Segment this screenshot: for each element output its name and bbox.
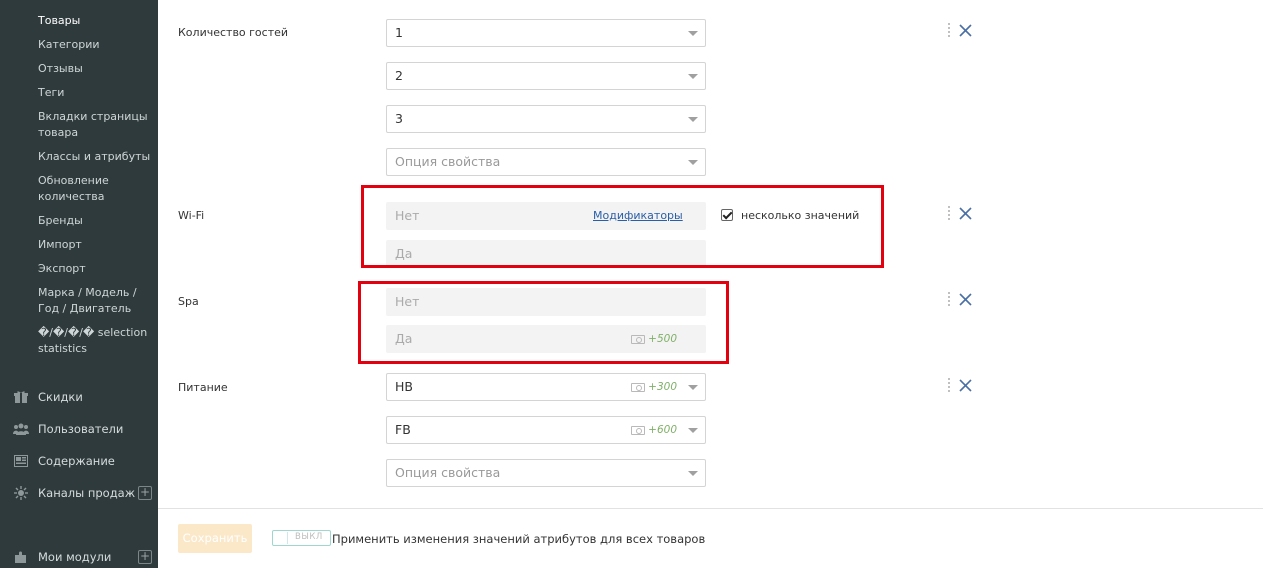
guests-attribute-label: Количество гостей	[178, 26, 289, 39]
sidebar-item-label: Содержание	[38, 454, 115, 468]
food-value-select[interactable]: HB +300	[386, 373, 706, 401]
guests-value-select[interactable]: 2	[386, 62, 706, 90]
sidebar-item-label: Каналы продаж	[38, 486, 136, 500]
wifi-attribute-label: Wi-Fi	[178, 209, 205, 222]
sidebar-item-discounts[interactable]: Скидки	[12, 388, 152, 406]
sidebar-item-categories[interactable]: Категории	[38, 37, 153, 53]
remove-wifi-attribute-button[interactable]	[948, 206, 972, 222]
chevron-down-icon	[688, 428, 698, 433]
select-placeholder: Опция свойства	[395, 465, 501, 480]
remove-spa-attribute-button[interactable]	[948, 292, 972, 308]
guests-value-select[interactable]: 3	[386, 105, 706, 133]
sidebar-item-users[interactable]: Пользователи	[12, 420, 152, 438]
chevron-down-icon	[688, 471, 698, 476]
add-sales-channel-button[interactable]: +	[138, 486, 152, 500]
select-value: 1	[395, 25, 403, 40]
price-value: +600	[648, 424, 677, 436]
sidebar-item-import[interactable]: Импорт	[38, 237, 153, 253]
food-value-select[interactable]: FB +600	[386, 416, 706, 444]
remove-food-attribute-button[interactable]	[948, 378, 972, 394]
toggle-knob	[274, 532, 288, 544]
select-value: 3	[395, 111, 403, 126]
save-button[interactable]: Сохранить	[178, 524, 252, 553]
chevron-down-icon	[688, 117, 698, 122]
gift-icon	[12, 390, 30, 404]
toggle-state-label: ВЫКЛ	[295, 532, 323, 542]
select-value: FB	[395, 422, 411, 437]
add-module-button[interactable]: +	[138, 550, 152, 564]
price-modifier: +300	[631, 374, 677, 400]
drag-handle-icon[interactable]	[948, 23, 950, 37]
sidebar-item-products[interactable]: Товары	[38, 13, 153, 29]
apply-all-toggle[interactable]: ВЫКЛ	[272, 530, 331, 546]
price-value: +300	[648, 381, 677, 393]
puzzle-icon	[12, 550, 30, 564]
sidebar-item-make-model[interactable]: Марка / Модель / Год / Двигатель	[38, 285, 153, 317]
drag-handle-icon[interactable]	[948, 206, 950, 220]
money-icon	[631, 425, 646, 435]
close-icon	[959, 24, 972, 37]
sidebar-item-brands[interactable]: Бренды	[38, 213, 153, 229]
sidebar-item-sales-channels[interactable]: Каналы продаж +	[12, 484, 152, 502]
close-icon	[959, 379, 972, 392]
sidebar-item-label: Скидки	[38, 390, 83, 404]
drag-handle-icon[interactable]	[948, 378, 950, 392]
sidebar-item-tags[interactable]: Теги	[38, 85, 153, 101]
catalog-section-header[interactable]	[14, 0, 144, 4]
drag-handle-icon[interactable]	[948, 292, 950, 306]
chevron-down-icon	[688, 160, 698, 165]
sidebar-item-export[interactable]: Экспорт	[38, 261, 153, 277]
sidebar-item-my-modules[interactable]: Мои модули +	[12, 548, 152, 566]
chevron-down-icon	[688, 74, 698, 79]
price-modifier: +600	[631, 417, 677, 443]
highlight-box	[361, 185, 884, 268]
footer-divider	[158, 508, 1263, 509]
sidebar-item-classes-attributes[interactable]: Классы и атрибуты	[38, 149, 153, 165]
chevron-down-icon	[688, 385, 698, 390]
select-value: HB	[395, 379, 413, 394]
select-value: 2	[395, 68, 403, 83]
sidebar-item-label: Пользователи	[38, 422, 124, 436]
sidebar-item-selection-statistics[interactable]: �/�/�/� selection statistics	[38, 325, 153, 357]
chevron-down-icon	[688, 31, 698, 36]
select-placeholder: Опция свойства	[395, 154, 501, 169]
close-icon	[959, 293, 972, 306]
guests-value-select[interactable]: 1	[386, 19, 706, 47]
spa-attribute-label: Spa	[178, 295, 199, 308]
sidebar: Товары Категории Отзывы Теги Вкладки стр…	[0, 0, 158, 568]
food-attribute-label: Питание	[178, 381, 228, 394]
apply-all-label: Применить изменения значений атрибутов д…	[332, 532, 706, 546]
sidebar-item-product-tabs[interactable]: Вкладки страницы товара	[38, 109, 153, 141]
food-new-option-select[interactable]: Опция свойства	[386, 459, 706, 487]
sidebar-item-reviews[interactable]: Отзывы	[38, 61, 153, 77]
users-icon	[12, 422, 30, 436]
guests-new-option-select[interactable]: Опция свойства	[386, 148, 706, 176]
highlight-box	[358, 281, 729, 364]
newspaper-icon	[12, 454, 30, 468]
close-icon	[959, 207, 972, 220]
sidebar-item-label: Мои модули	[38, 550, 112, 564]
money-icon	[631, 382, 646, 392]
remove-guests-attribute-button[interactable]	[948, 23, 972, 39]
sidebar-item-quantity-update[interactable]: Обновление количества	[38, 173, 153, 205]
sidebar-item-content[interactable]: Содержание	[12, 452, 152, 470]
sun-icon	[12, 486, 30, 500]
